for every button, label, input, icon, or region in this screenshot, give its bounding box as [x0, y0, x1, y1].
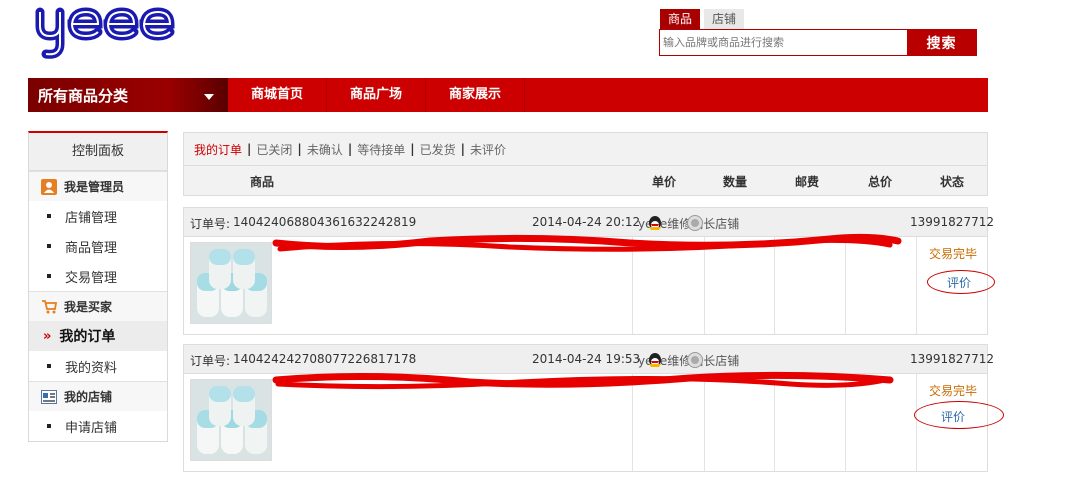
order-body: 交易完毕 评价 [184, 233, 995, 334]
header-total: 总价 [868, 175, 893, 189]
double-chevron-right-icon: » [43, 328, 52, 344]
header-status: 状态 [940, 175, 965, 189]
bullet-icon [47, 364, 51, 368]
order-card: 订单号: 140424068804361632242819 2014-04-24… [183, 207, 995, 335]
review-link[interactable]: 评价 [941, 408, 965, 425]
product-image [191, 380, 271, 460]
col-divider [632, 374, 633, 471]
sidebar: 控制面板 我是管理员 店铺管理 商品管理 交易管理 我是买家 » 我的订单 我的资… [28, 131, 168, 442]
review-link[interactable]: 评价 [947, 274, 971, 291]
sidebar-item-label: 交易管理 [65, 270, 118, 286]
filter-awaiting-accept[interactable]: 等待接单 [357, 141, 405, 158]
bullet-icon [47, 214, 51, 218]
header-unit-price: 单价 [652, 175, 677, 189]
qq-icon[interactable] [646, 213, 664, 231]
sidebar-item-my-orders[interactable]: » 我的订单 [29, 321, 167, 351]
search-box: 搜索 [659, 29, 977, 56]
order-header: 订单号: 140424068804361632242819 2014-04-24… [184, 208, 994, 237]
col-divider [916, 374, 917, 471]
product-thumbnail[interactable] [190, 242, 272, 324]
sidebar-item-apply-store[interactable]: 申请店铺 [29, 411, 167, 441]
shop-phone: 13991827712 [910, 352, 994, 366]
sidebar-item-goods-manage[interactable]: 商品管理 [29, 231, 167, 261]
order-header: 订单号: 140424242708077226817178 2014-04-24… [184, 345, 994, 374]
col-divider [845, 374, 846, 471]
order-datetime: 2014-04-24 19:53 [532, 352, 641, 366]
sidebar-group-label: 我是管理员 [64, 180, 125, 194]
search-button[interactable]: 搜索 [907, 30, 976, 55]
sidebar-group-label: 我是买家 [64, 300, 113, 314]
col-divider [704, 374, 705, 471]
header-quantity: 数量 [723, 175, 748, 189]
sidebar-item-label: 商品管理 [65, 240, 118, 256]
sidebar-group-buyer: 我是买家 [29, 291, 167, 321]
sidebar-group-admin: 我是管理员 [29, 171, 167, 201]
filter-unconfirmed[interactable]: 未确认 [307, 141, 343, 158]
filter-unreviewed[interactable]: 未评价 [470, 141, 506, 158]
sidebar-item-label: 店铺管理 [65, 210, 118, 226]
sidebar-item-my-profile[interactable]: 我的资料 [29, 351, 167, 381]
search-tabs: 商品 店铺 [660, 9, 748, 29]
search-tab-shop[interactable]: 店铺 [704, 9, 745, 29]
header-shipping: 邮费 [795, 175, 820, 189]
sidebar-item-label: 我的订单 [59, 329, 116, 345]
col-divider [845, 237, 846, 334]
filter-my-orders[interactable]: 我的订单 [194, 141, 242, 158]
filter-closed[interactable]: 已关闭 [256, 141, 292, 158]
bullet-icon [47, 424, 51, 428]
sidebar-item-label: 我的资料 [65, 360, 118, 376]
search-input[interactable] [660, 30, 907, 55]
filter-shipped[interactable]: 已发货 [420, 141, 456, 158]
bullet-icon [47, 244, 51, 248]
col-divider [916, 237, 917, 334]
sidebar-group-label: 我的店铺 [64, 390, 113, 404]
order-datetime: 2014-04-24 20:12 [532, 215, 641, 229]
bullet-icon [47, 274, 51, 278]
sidebar-title: 控制面板 [29, 133, 167, 171]
order-filter-bar: 我的订单 | 已关闭 | 未确认 | 等待接单 | 已发货 | 未评价 [183, 132, 988, 166]
col-divider [632, 237, 633, 334]
nav-item-merchants[interactable]: 商家展示 [426, 78, 526, 112]
sidebar-item-shop-manage[interactable]: 店铺管理 [29, 201, 167, 231]
sidebar-group-store: 我的店铺 [29, 381, 167, 411]
orders-panel: 我的订单 | 已关闭 | 未确认 | 等待接单 | 已发货 | 未评价 商品 单价 数量 … [183, 132, 1004, 472]
order-no-label: 订单号: [190, 217, 231, 231]
nav-item-plaza[interactable]: 商品广场 [327, 78, 427, 112]
order-body: 交易完毕 评价 [184, 371, 1004, 471]
order-status: 交易完毕 [929, 384, 978, 398]
qq-icon[interactable] [646, 350, 664, 368]
orders-table-header: 商品 单价 数量 邮费 总价 状态 [183, 166, 988, 196]
nav-item-home[interactable]: 商城首页 [228, 78, 328, 112]
product-thumbnail[interactable] [190, 379, 272, 461]
chat-status-icon[interactable] [686, 214, 704, 232]
header-goods: 商品 [250, 175, 275, 189]
store-icon [41, 389, 57, 404]
chat-status-icon[interactable] [686, 351, 704, 369]
main-nav: 所有商品分类 商城首页 商品广场 商家展示 [28, 78, 988, 112]
product-image [191, 243, 271, 323]
col-divider [774, 237, 775, 334]
order-no-label: 订单号: [190, 354, 231, 368]
all-categories-label: 所有商品分类 [38, 86, 129, 105]
sidebar-item-trade-manage[interactable]: 交易管理 [29, 261, 167, 291]
col-divider [704, 237, 705, 334]
yeee-logo[interactable] [32, 4, 184, 60]
person-icon [41, 178, 57, 195]
order-no: 140424242708077226817178 [233, 352, 417, 366]
shop-phone: 13991827712 [910, 215, 994, 229]
search-tab-goods[interactable]: 商品 [660, 9, 701, 29]
order-status: 交易完毕 [929, 247, 978, 261]
all-categories-dropdown[interactable]: 所有商品分类 [28, 78, 228, 112]
order-card: 订单号: 140424242708077226817178 2014-04-24… [183, 344, 1004, 472]
sidebar-item-label: 申请店铺 [65, 420, 118, 436]
col-divider [774, 374, 775, 471]
cart-icon [42, 299, 57, 313]
chevron-down-icon [204, 93, 214, 100]
order-no: 140424068804361632242819 [233, 215, 417, 229]
